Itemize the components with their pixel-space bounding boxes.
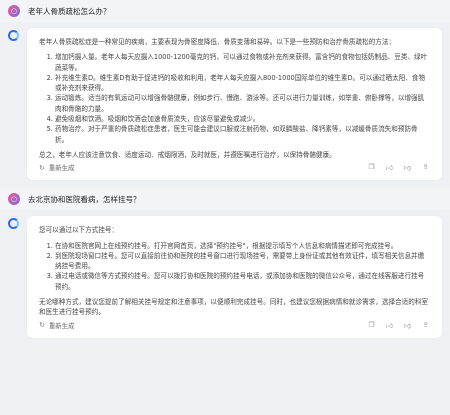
thumbs-down-icon[interactable]: 👎︎ [403, 321, 412, 330]
regenerate-label: 重新生成 [48, 164, 75, 173]
question-text: 去北京协和医院看病，怎样挂号？ [28, 194, 141, 204]
question-row-1: ○ 老年人骨质疏松怎么办？ [0, 0, 450, 22]
answer-toolbar: ↻ 重新生成 ❐ 👍︎ 👎︎ ⇪ [39, 321, 430, 330]
list-item: 增加钙摄入量。老年人每天应摄入1000-1200毫克的钙，可以通过食物或补充剂来… [55, 52, 430, 73]
copy-icon[interactable]: ❐ [367, 163, 376, 172]
answer-intro: 您可以通过以下方式挂号： [39, 226, 119, 235]
refresh-icon: ↻ [39, 163, 45, 172]
regenerate-label: 重新生成 [48, 321, 75, 330]
list-item: 在协和医院官网上在线预约挂号。打开官网首页，选择"预约挂号"，根据提示填写个人信… [55, 241, 430, 251]
answer-intro: 老年人骨质疏松症是一种常见的疾病，主要表现为骨密度降低、骨质变薄和易碎。以下是一… [39, 38, 396, 46]
list-item: 到医院现场窗口挂号。您可以直接前往协和医院的挂号窗口进行现场挂号，需要带上身份证… [55, 251, 430, 272]
question-row-2: ○ 去北京协和医院看病，怎样挂号？ [0, 188, 450, 211]
answer-summary: 无论哪种方式，建议您提前了解相关挂号规定和注意事项，以便顺利完成挂号。同时，也建… [39, 298, 429, 317]
copy-icon[interactable]: ❐ [367, 321, 376, 330]
answer-card: 您可以通过以下方式挂号： 在协和医院官网上在线预约挂号。打开官网首页，选择"预约… [27, 216, 442, 338]
answer-toolbar: ↻ 重新生成 ❐ 👍︎ 👎︎ ⇪ [39, 163, 430, 172]
user-avatar: ○ [8, 5, 20, 17]
answer-card: 老年人骨质疏松症是一种常见的疾病，主要表现为骨密度降低、骨质变薄和易碎。以下是一… [27, 28, 442, 181]
thumbs-up-icon[interactable]: 👍︎ [385, 321, 394, 330]
user-avatar: ○ [8, 193, 20, 206]
question-text: 老年人骨质疏松怎么办？ [28, 6, 111, 16]
assistant-logo-icon [8, 30, 19, 41]
action-icons: ❐ 👍︎ 👎︎ ⇪ [367, 163, 430, 172]
list-item: 通过电话或微信等方式预约挂号。您可以拨打协和医院的预约挂号电话，或添加协和医院的… [55, 271, 430, 292]
refresh-icon: ↻ [39, 321, 45, 330]
assistant-logo-icon [8, 218, 19, 230]
answer-list: 在协和医院官网上在线预约挂号。打开官网首页，选择"预约挂号"，根据提示填写个人信… [39, 241, 430, 292]
answer-row-1: 老年人骨质疏松症是一种常见的疾病，主要表现为骨密度降低、骨质变薄和易碎。以下是一… [0, 22, 450, 181]
action-icons: ❐ 👍︎ 👎︎ ⇪ [367, 321, 430, 330]
thumbs-up-icon[interactable]: 👍︎ [385, 163, 394, 172]
regenerate-button[interactable]: ↻ 重新生成 [39, 321, 74, 330]
answer-summary: 总之，老年人应该注意饮食、适度运动、戒烟限酒，及时就医，并遵医嘱进行治疗，以保持… [39, 150, 336, 159]
list-item: 药物治疗。对于严重的骨质疏松症患者，医生可能会建议口服或注射药物，如双膦酸盐、降… [55, 124, 430, 145]
share-icon[interactable]: ⇪ [421, 163, 430, 172]
answer-row-2: 您可以通过以下方式挂号： 在协和医院官网上在线预约挂号。打开官网首页，选择"预约… [0, 210, 450, 338]
list-item: 避免吸烟和饮酒。吸烟和饮酒会加速骨质流失，应该尽量避免或减少。 [55, 114, 430, 124]
answer-list: 增加钙摄入量。老年人每天应摄入1000-1200毫克的钙，可以通过食物或补充剂来… [39, 52, 430, 145]
share-icon[interactable]: ⇪ [421, 321, 430, 330]
regenerate-button[interactable]: ↻ 重新生成 [39, 163, 75, 173]
list-item: 补充维生素D。维生素D有助于促进钙的吸收和利用，老年人每天应摄入800-1000… [55, 73, 430, 94]
list-item: 运动锻炼。适当的有氧运动可以增强骨骼健康，例如步行、慢跑、游泳等。还可以进行力量… [55, 93, 430, 114]
thumbs-down-icon[interactable]: 👎︎ [403, 163, 412, 172]
